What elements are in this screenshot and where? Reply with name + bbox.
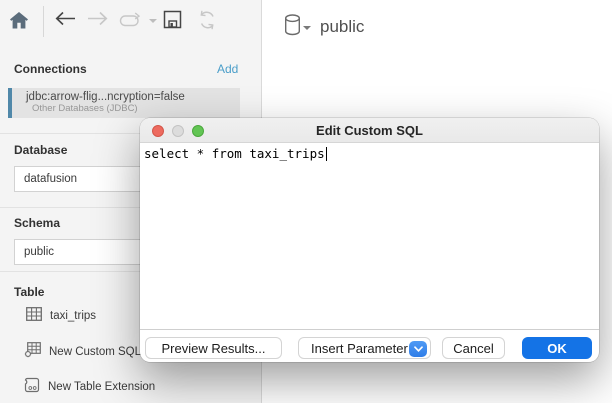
chevron-down-icon [409, 341, 427, 357]
table-extension-icon [24, 377, 40, 398]
database-cylinder-icon [284, 14, 301, 41]
minimize-icon[interactable] [172, 125, 184, 137]
dialog-titlebar[interactable]: Edit Custom SQL [140, 118, 599, 143]
text-cursor [326, 147, 327, 161]
page-title: public [320, 17, 364, 37]
table-grid-icon [26, 307, 42, 326]
dialog-title: Edit Custom SQL [316, 123, 423, 138]
add-connection-link[interactable]: Add [217, 62, 238, 76]
custom-sql-icon [24, 342, 41, 363]
home-icon[interactable] [9, 11, 29, 35]
back-arrow-icon[interactable] [55, 11, 76, 31]
database-dropdown-caret-icon[interactable] [303, 26, 311, 30]
save-icon[interactable] [163, 10, 182, 34]
insert-parameter-button[interactable]: Insert Parameter [298, 337, 431, 359]
connection-list-item[interactable]: jdbc:arrow-flig...ncryption=false Other … [8, 88, 240, 118]
schema-header: Schema [14, 216, 60, 230]
traffic-lights [152, 125, 204, 137]
database-select-value: datafusion [24, 173, 77, 185]
tableau-data-source-window: Connections Add jdbc:arrow-flig...ncrypt… [0, 0, 612, 403]
edit-custom-sql-dialog: Edit Custom SQL select * from taxi_trips… [140, 118, 599, 362]
ok-button[interactable]: OK [522, 337, 592, 359]
table-row-label: taxi_trips [50, 310, 96, 322]
replay-icon[interactable] [119, 12, 144, 32]
sql-editor[interactable]: select * from taxi_trips [140, 143, 599, 330]
zoom-icon[interactable] [192, 125, 204, 137]
insert-parameter-label: Insert Parameter [311, 341, 408, 356]
database-header: Database [14, 143, 67, 157]
connection-name: jdbc:arrow-flig...ncryption=false [26, 91, 240, 103]
table-header: Table [14, 285, 44, 299]
refresh-icon[interactable] [197, 10, 217, 35]
forward-arrow-icon[interactable] [87, 11, 108, 31]
toolbar-divider [43, 6, 44, 37]
new-custom-sql-label: New Custom SQL [49, 346, 141, 358]
close-icon[interactable] [152, 125, 164, 137]
new-table-extension-item[interactable]: New Table Extension [0, 377, 262, 397]
sql-text: select * from taxi_trips [144, 146, 325, 161]
connections-header: Connections [14, 62, 87, 76]
cancel-button[interactable]: Cancel [442, 337, 505, 359]
new-table-extension-label: New Table Extension [48, 381, 155, 393]
preview-results-button[interactable]: Preview Results... [145, 337, 282, 359]
schema-select-value: public [24, 246, 54, 258]
replay-dropdown-caret-icon[interactable] [149, 19, 157, 23]
connection-type: Other Databases (JDBC) [32, 103, 240, 114]
